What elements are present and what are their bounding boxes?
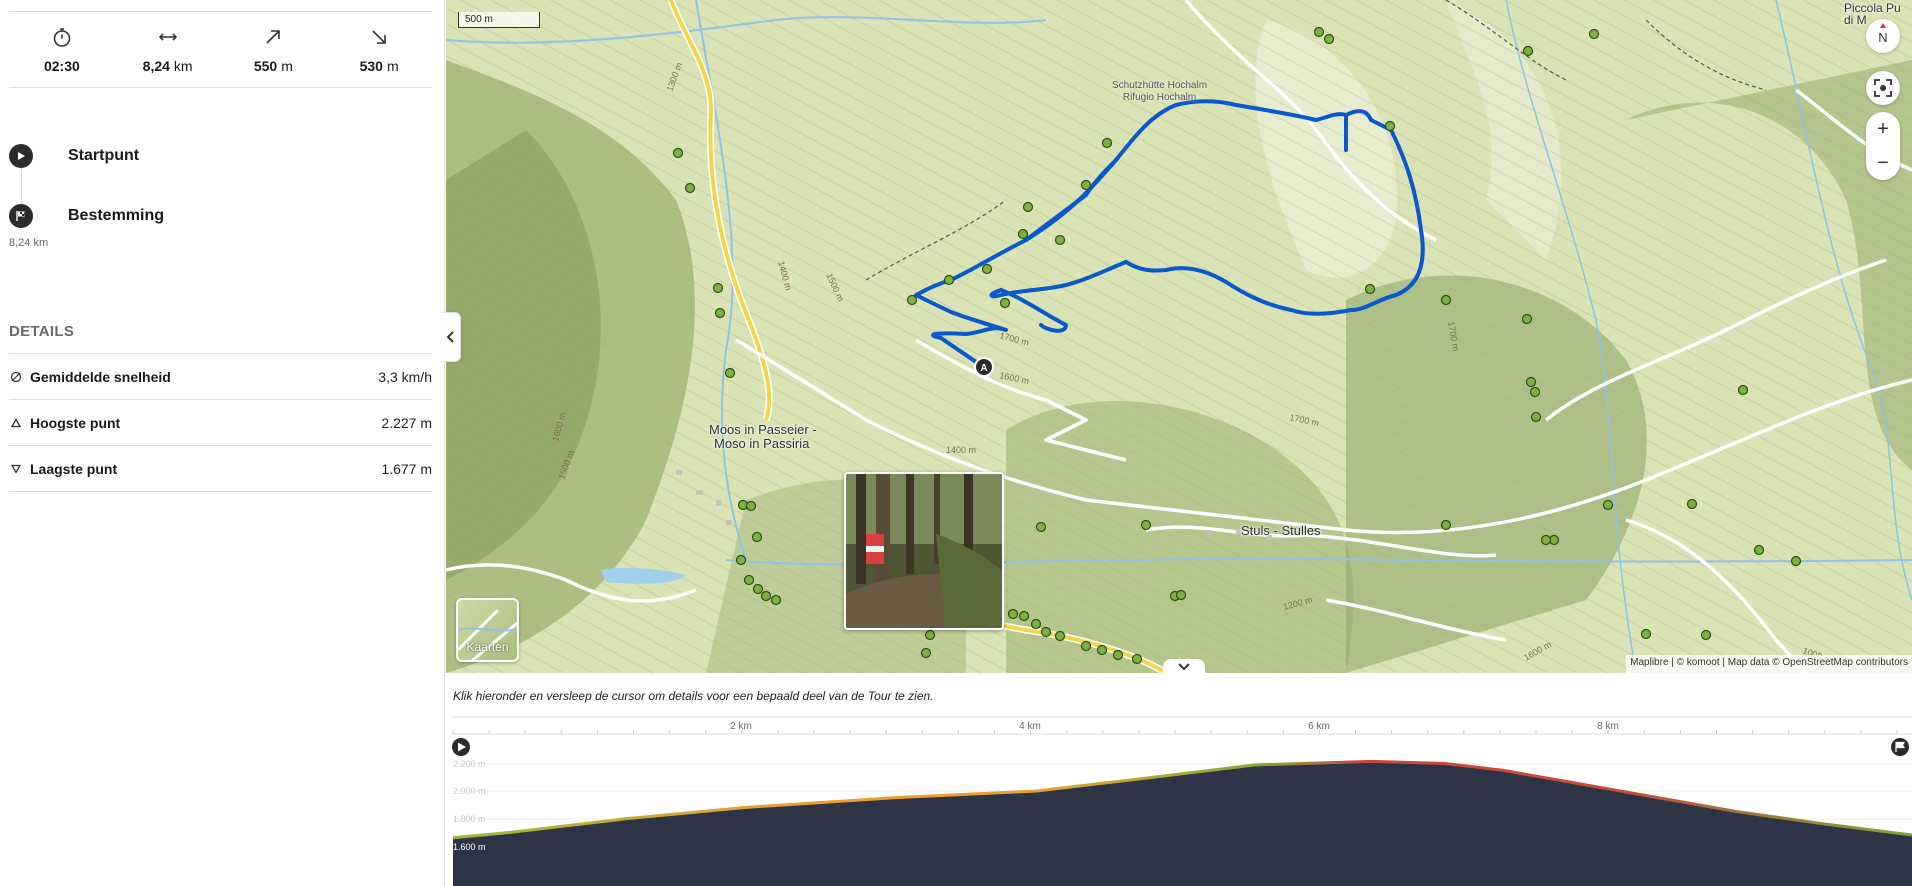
triangle-up-icon [9,416,23,430]
detail-label: Laagste punt [30,460,118,477]
km-ticks [452,730,1898,734]
zoom-out-button[interactable]: − [1877,152,1889,175]
divider [9,491,432,492]
waypoint-start-label: Startpunt [68,147,140,164]
map-layers-label: Kaarten [466,640,509,654]
chevron-left-icon [446,331,454,343]
km-tick-label: 6 km [1308,721,1330,732]
detail-value: 1.677 m [381,460,432,477]
elevation-area [453,761,1912,886]
contour-label: 1400 m [946,445,976,455]
km-tick-label: 8 km [1597,721,1619,732]
tour-stats: 02:30 8,24 km 550 m 530 m [9,24,432,88]
route-start-marker-label: A [980,363,987,374]
triangle-down-icon [9,462,23,476]
elevation-chart: 2 km 4 km 6 km 8 km 2.200 m 2.000 m 1.80… [452,716,1912,886]
zoom-controls: + − [1866,112,1900,180]
detail-label: Hoogste punt [30,414,121,431]
stopwatch-icon [49,24,75,50]
distance-value: 8,24 [142,58,170,74]
collapse-panel-button[interactable] [441,312,461,362]
detail-value: 3,3 km/h [378,368,432,385]
map-layers-button[interactable]: Kaarten [456,598,519,662]
downhill-value: 530 [359,58,383,74]
zoom-in-button[interactable]: + [1877,118,1889,141]
waypoint-end[interactable]: Bestemming [9,204,164,228]
place-label-piccola-2: di M [1844,13,1867,27]
elevation-y-label: 2.200 m [453,759,486,769]
compass-button[interactable]: N [1866,19,1900,53]
chevron-down-icon [1178,663,1190,671]
play-icon [9,144,33,168]
horizontal-arrows-icon [155,24,181,50]
compass-icon: N [1878,23,1888,45]
distance-unit: km [173,58,193,74]
uphill-value: 550 [253,58,278,74]
stat-downhill: 530 m [326,24,432,87]
stat-uphill: 550 m [221,24,327,87]
hut-label: Schutzhütte Hochalm Rifugio Hochalm [1112,80,1207,104]
detail-row-speed: Gemiddelde snelheid 3,3 km/h [9,353,432,399]
waypoint-connector [21,168,22,204]
detail-label: Gemiddelde snelheid [30,368,171,385]
elevation-y-label: 2.000 m [453,786,486,796]
detail-row-lowest: Laagste punt 1.677 m [9,445,432,491]
average-speed-icon [9,370,23,384]
map-attribution[interactable]: Maplibre | © komoot | Map data © OpenStr… [1626,655,1912,673]
compass-label: N [1878,30,1887,45]
elevation-y-label: 1.600 m [453,842,486,852]
details-heading: DETAILS [9,323,75,340]
collapse-map-button[interactable] [1163,659,1205,673]
downhill-unit: m [386,58,399,74]
detail-row-highest: Hoogste punt 2.227 m [9,399,432,445]
finish-flag-icon [9,204,33,228]
waypoint-end-label: Bestemming [68,207,165,224]
hut-label-it: Rifugio Hochalm [1122,92,1197,103]
arrow-up-right-icon [260,24,286,50]
duration-value: 02:30 [43,58,80,74]
divider [9,11,432,12]
profile-end-marker[interactable] [1891,738,1909,756]
km-tick-label: 4 km [1019,721,1041,732]
forest-photo-image [846,474,1002,628]
profile-start-marker[interactable] [452,738,470,756]
focus-frame-icon [1874,79,1892,97]
scale-bar: 500 m [458,12,540,28]
tour-photo-thumbnail[interactable] [844,472,1004,630]
place-label-moos: Moos in Passeier - [709,422,817,437]
tour-side-panel: 02:30 8,24 km 550 m 530 m Startpunt Best… [0,0,445,886]
stat-duration: 02:30 [9,24,115,87]
waypoint-end-distance: 8,24 km [9,237,49,249]
place-label-moos-it: Moso in Passiria [714,436,810,451]
detail-value: 2.227 m [381,414,432,431]
waypoint-start[interactable]: Startpunt [9,144,139,168]
hut-label-de: Schutzhütte Hochalm [1112,80,1208,91]
uphill-unit: m [281,58,293,74]
arrow-down-right-icon [366,24,392,50]
map-view[interactable]: A 1300 m 1400 m 1500 m 1700 m 1600 m 140… [446,0,1912,673]
fit-route-button[interactable] [1866,71,1900,105]
stat-distance: 8,24 km [115,24,221,87]
elevation-y-label: 1.800 m [453,814,486,824]
elevation-profile[interactable]: Klik hieronder en versleep de cursor om … [446,673,1912,886]
place-label-stuls: Stuls - Stulles [1241,523,1321,538]
km-tick-label: 2 km [730,721,752,732]
